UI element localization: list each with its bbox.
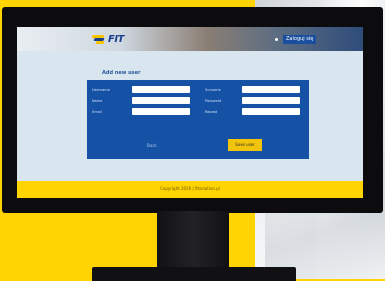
password-field[interactable] [242, 97, 300, 104]
add-user-form: Username Name Email Surname Password Rep… [87, 80, 309, 159]
field-label: Repeat [205, 110, 218, 114]
repeat-password-field[interactable] [242, 108, 300, 115]
field-label: Surname [205, 88, 221, 92]
site-footer: Copyright 2016 | fitsolution.pl [17, 181, 363, 198]
field-label: Username [92, 88, 110, 92]
login-button[interactable]: Zaloguj się [283, 35, 317, 44]
logo-text: FIT [108, 33, 124, 45]
field-label: Name [92, 99, 103, 103]
logo-swoosh-icon [91, 34, 106, 44]
monitor-stand-neck [157, 211, 229, 269]
site-logo[interactable]: FIT [91, 33, 124, 45]
form-title: Add new user [102, 70, 141, 76]
save-user-button[interactable]: Save user [228, 139, 262, 151]
field-label: Email [92, 110, 102, 114]
field-label: Password [205, 99, 222, 103]
email-field[interactable] [132, 108, 190, 115]
site-header: FIT Zaloguj się [17, 27, 363, 51]
username-field[interactable] [132, 86, 190, 93]
back-link[interactable]: Back [147, 143, 157, 148]
footer-copyright: Copyright 2016 | fitsolution.pl [160, 186, 220, 191]
nav-separator-icon [275, 38, 278, 41]
monitor-bezel: FIT Zaloguj się Add new user Username Na… [2, 7, 383, 213]
monitor-screen: FIT Zaloguj się Add new user Username Na… [17, 27, 363, 198]
name-field[interactable] [132, 97, 190, 104]
surname-field[interactable] [242, 86, 300, 93]
